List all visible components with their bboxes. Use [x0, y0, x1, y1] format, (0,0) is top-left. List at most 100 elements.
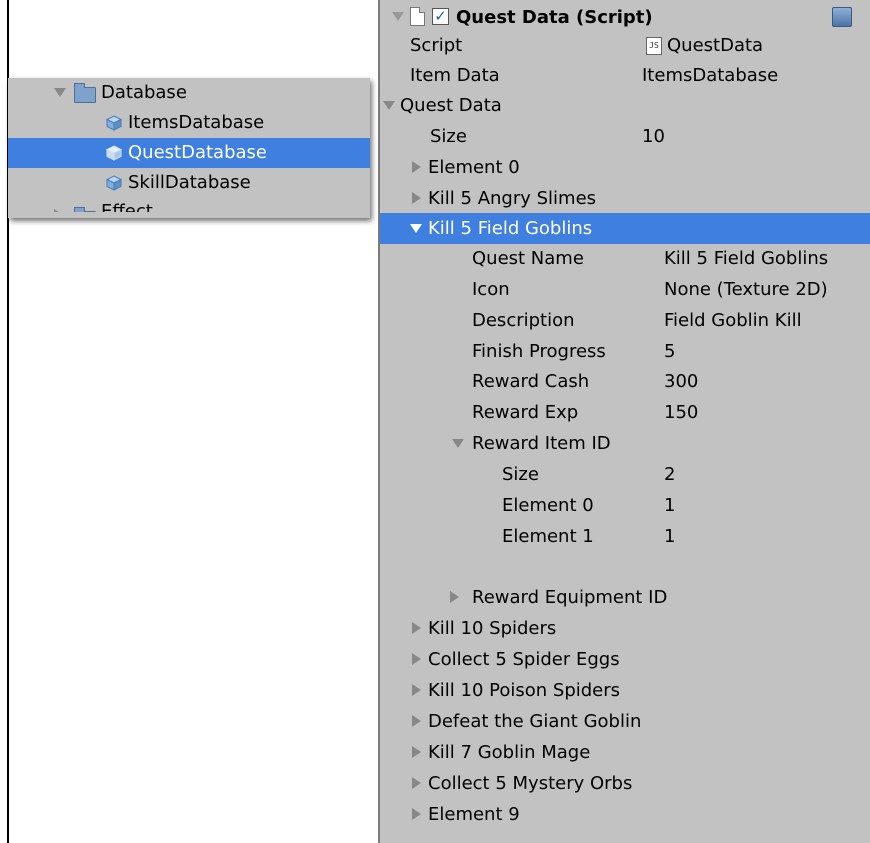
- tree-item-label: Database: [101, 82, 187, 103]
- tree-item-questdatabase[interactable]: QuestDatabase: [8, 138, 370, 168]
- foldout-open-icon[interactable]: [452, 439, 464, 448]
- quest-data-foldout[interactable]: Quest Data: [380, 90, 870, 121]
- tree-item-label: Effect: [101, 202, 153, 212]
- foldout-closed-icon[interactable]: [412, 715, 421, 727]
- reward-item-size-field: Size 2: [380, 459, 870, 490]
- component-foldout-icon[interactable]: [392, 12, 404, 21]
- element-label: Element 0: [428, 157, 520, 178]
- foldout-closed-icon[interactable]: [412, 684, 421, 696]
- help-icon[interactable]: [832, 7, 852, 27]
- tree-item-skilldatabase[interactable]: SkillDatabase: [8, 168, 370, 198]
- asset-cube-icon: [106, 145, 122, 161]
- field-label: Element 0: [502, 495, 594, 516]
- quest-data-size-field: Size 10: [380, 121, 870, 152]
- quest-name-value[interactable]: Kill 5 Field Goblins: [664, 243, 828, 274]
- foldout-closed-icon[interactable]: [412, 746, 421, 758]
- element-foldout[interactable]: Kill 10 Poison Spiders: [380, 675, 870, 706]
- field-label: Reward Cash: [472, 371, 590, 392]
- foldout-open-icon[interactable]: [410, 224, 422, 233]
- reward-item-size-value[interactable]: 2: [664, 459, 675, 490]
- field-label: Description: [472, 310, 575, 331]
- folder-icon: [74, 207, 96, 212]
- reward-item-id-foldout[interactable]: Reward Item ID: [380, 428, 870, 459]
- reward-cash-field: Reward Cash 300: [380, 366, 870, 397]
- element-foldout[interactable]: Collect 5 Spider Eggs: [380, 644, 870, 675]
- reward-item-element-field: Element 1 1: [380, 521, 870, 552]
- element-foldout[interactable]: Element 0: [380, 152, 870, 183]
- description-field: Description Field Goblin Kill: [380, 305, 870, 336]
- field-label: Quest Data: [400, 95, 502, 116]
- script-file-icon: [410, 7, 425, 26]
- element-foldout[interactable]: Kill 7 Goblin Mage: [380, 737, 870, 768]
- icon-field: Icon None (Texture 2D): [380, 274, 870, 305]
- description-value[interactable]: Field Goblin Kill: [664, 305, 802, 336]
- finish-progress-field: Finish Progress 5: [380, 336, 870, 367]
- element-label: Collect 5 Mystery Orbs: [428, 773, 633, 794]
- item-data-value[interactable]: ItemsDatabase: [642, 60, 778, 91]
- element-foldout[interactable]: Element 9: [380, 799, 870, 830]
- element-foldout-selected[interactable]: Kill 5 Field Goblins: [380, 213, 870, 244]
- tree-item-database[interactable]: Database: [8, 78, 370, 108]
- reward-equipment-id-foldout[interactable]: Reward Equipment ID: [380, 582, 870, 613]
- project-panel: Database ItemsDatabase QuestDatabase Ski…: [8, 78, 370, 218]
- tree-item-effect[interactable]: Effect: [8, 202, 370, 212]
- component-header[interactable]: ✓ Quest Data (Script): [380, 2, 870, 33]
- foldout-open-icon[interactable]: [383, 101, 395, 110]
- component-enabled-checkbox[interactable]: ✓: [432, 8, 449, 25]
- field-label: Element 1: [502, 526, 594, 547]
- field-label: Quest Name: [472, 248, 584, 269]
- field-label: Size: [430, 126, 467, 147]
- foldout-closed-icon[interactable]: [412, 653, 421, 665]
- reward-exp-value[interactable]: 150: [664, 397, 698, 428]
- field-label: Finish Progress: [472, 341, 606, 362]
- inspector-panel: ✓ Quest Data (Script) Script JS QuestDat…: [378, 0, 870, 843]
- field-label: Item Data: [410, 65, 500, 86]
- foldout-closed-icon[interactable]: [412, 622, 421, 634]
- element-label: Kill 10 Poison Spiders: [428, 680, 621, 701]
- field-label: Script: [410, 35, 463, 56]
- quest-name-field: Quest Name Kill 5 Field Goblins: [380, 243, 870, 274]
- item-data-field: Item Data ItemsDatabase: [380, 60, 870, 91]
- element-label: Kill 7 Goblin Mage: [428, 742, 591, 763]
- foldout-closed-icon[interactable]: [412, 808, 421, 820]
- js-script-icon: JS: [646, 37, 662, 55]
- element-label: Kill 5 Angry Slimes: [428, 188, 597, 209]
- foldout-closed-icon[interactable]: [412, 777, 421, 789]
- element-foldout[interactable]: Kill 10 Spiders: [380, 613, 870, 644]
- reward-item-element-value[interactable]: 1: [664, 490, 675, 521]
- script-field: Script JS QuestData: [380, 30, 870, 61]
- size-value[interactable]: 10: [642, 121, 665, 152]
- element-label: Kill 5 Field Goblins: [428, 218, 593, 239]
- reward-exp-field: Reward Exp 150: [380, 397, 870, 428]
- field-label: Reward Exp: [472, 402, 579, 423]
- script-value[interactable]: QuestData: [667, 30, 763, 61]
- element-label: Element 9: [428, 804, 520, 825]
- finish-progress-value[interactable]: 5: [664, 336, 675, 367]
- element-label: Defeat the Giant Goblin: [428, 711, 642, 732]
- tree-item-itemsdatabase[interactable]: ItemsDatabase: [8, 108, 370, 138]
- field-label: Reward Item ID: [472, 433, 611, 454]
- folder-icon: [74, 83, 96, 103]
- component-title: Quest Data (Script): [456, 7, 653, 28]
- field-label: Reward Equipment ID: [472, 587, 668, 608]
- asset-cube-icon: [106, 175, 122, 191]
- foldout-closed-icon[interactable]: [450, 591, 459, 603]
- reward-item-element-field: Element 0 1: [380, 490, 870, 521]
- element-label: Collect 5 Spider Eggs: [428, 649, 620, 670]
- element-label: Kill 10 Spiders: [428, 618, 557, 639]
- foldout-closed-icon[interactable]: [412, 192, 421, 204]
- tree-item-label: SkillDatabase: [128, 172, 251, 193]
- field-label: Icon: [472, 279, 510, 300]
- tree-item-label: ItemsDatabase: [128, 112, 265, 133]
- element-foldout[interactable]: Defeat the Giant Goblin: [380, 706, 870, 737]
- element-foldout[interactable]: Collect 5 Mystery Orbs: [380, 768, 870, 799]
- icon-value[interactable]: None (Texture 2D): [664, 274, 828, 305]
- tree-item-label: QuestDatabase: [128, 142, 267, 163]
- asset-cube-icon: [106, 115, 122, 131]
- foldout-closed-icon[interactable]: [54, 209, 63, 212]
- reward-cash-value[interactable]: 300: [664, 366, 698, 397]
- element-foldout[interactable]: Kill 5 Angry Slimes: [380, 183, 870, 214]
- reward-item-element-value[interactable]: 1: [664, 521, 675, 552]
- foldout-open-icon[interactable]: [54, 88, 66, 97]
- foldout-closed-icon[interactable]: [412, 161, 421, 173]
